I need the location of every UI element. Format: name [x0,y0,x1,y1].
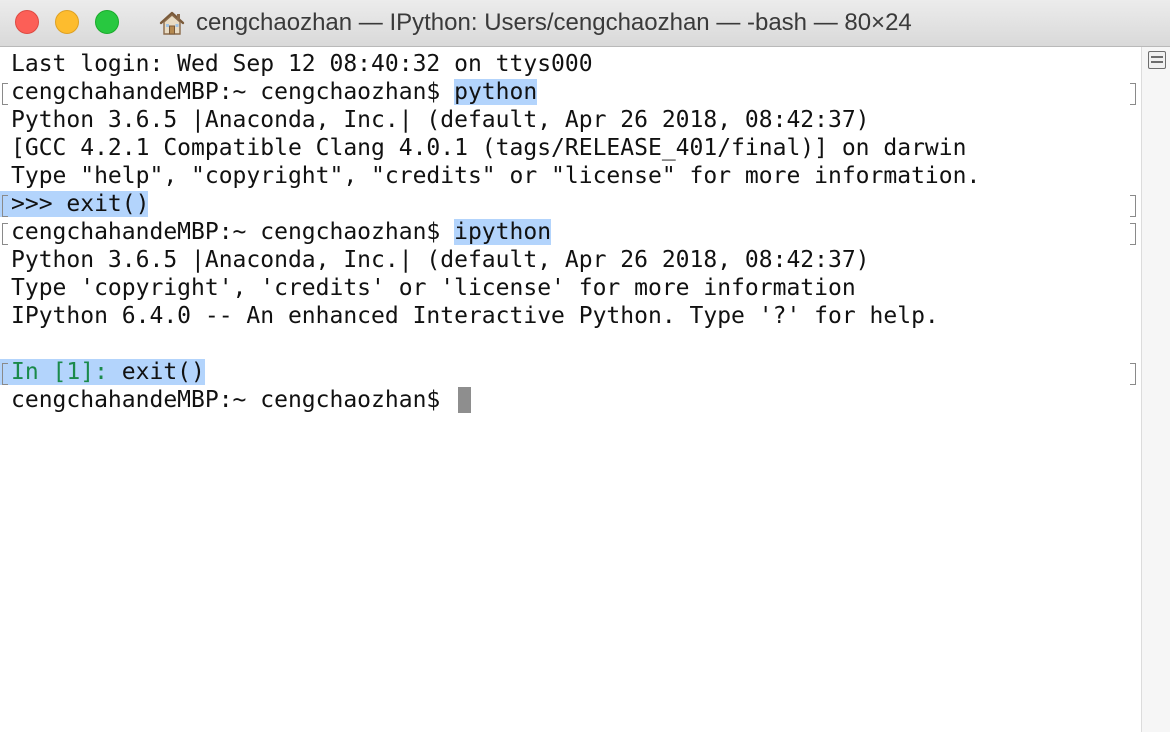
python-help-line: Type "help", "copyright", "credits" or "… [11,163,981,189]
ipython-in-suffix: ]: [80,359,122,385]
window-title-text: cengchaozhan — IPython: Users/cengchaozh… [196,9,912,36]
ipython-in-number: 1 [66,359,81,385]
window-title: cengchaozhan — IPython: Users/cengchaozh… [158,0,912,46]
prompt-line: cengchahandeMBP:~ cengchaozhan$ [11,386,454,414]
line-mark-right [1130,363,1136,385]
minimize-button[interactable] [55,10,79,34]
terminal-window: cengchaozhan — IPython: Users/cengchaozh… [0,0,1170,732]
command-ipython: ipython [454,219,552,245]
shell-prompt: cengchahandeMBP:~ cengchaozhan$ [11,79,455,105]
ipython-version-line: Python 3.6.5 |Anaconda, Inc.| (default, … [11,247,870,273]
command-python: python [454,79,538,105]
gcc-line: [GCC 4.2.1 Compatible Clang 4.0.1 (tags/… [11,135,967,161]
line-mark-left [2,195,8,217]
python-exit-line: >>> exit() [11,191,150,217]
line-mark-right [1130,83,1136,105]
ipython-exit-command: exit() [121,359,205,385]
ipython-in-prefix: In [ [11,359,67,385]
line-mark-left [2,363,8,385]
close-button[interactable] [15,10,39,34]
ipython-input-line: In [1]: exit() [11,358,205,386]
python-version-line: Python 3.6.5 |Anaconda, Inc.| (default, … [11,107,870,133]
title-bar[interactable]: cengchaozhan — IPython: Users/cengchaozh… [0,0,1170,47]
prompt-line: cengchahandeMBP:~ cengchaozhan$ python [11,78,538,106]
line-mark-right [1130,195,1136,217]
last-login-line: Last login: Wed Sep 12 08:40:32 on ttys0… [11,51,593,77]
scrollbar[interactable] [1141,47,1170,732]
text-cursor [458,387,471,413]
line-mark-left [2,83,8,105]
shell-prompt: cengchahandeMBP:~ cengchaozhan$ [11,219,455,245]
line-mark-right [1130,223,1136,245]
prompt-line: cengchahandeMBP:~ cengchaozhan$ ipython [11,218,552,246]
zoom-button[interactable] [95,10,119,34]
home-icon [158,9,186,37]
shell-prompt: cengchahandeMBP:~ cengchaozhan$ [11,387,455,413]
ipython-banner-line: IPython 6.4.0 -- An enhanced Interactive… [11,303,939,329]
split-pane-icon[interactable] [1148,51,1166,69]
line-mark-left [2,223,8,245]
ipython-help-line: Type 'copyright', 'credits' or 'license'… [11,275,856,301]
terminal-output[interactable]: Last login: Wed Sep 12 08:40:32 on ttys0… [0,47,1141,732]
